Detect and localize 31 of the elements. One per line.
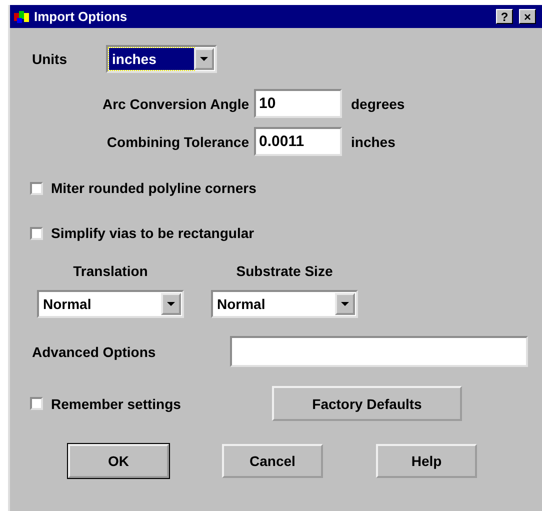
dropdown[interactable]: Normal (211, 290, 358, 318)
dropdown-arrow-icon (341, 302, 349, 306)
help-button[interactable]: ? (496, 9, 513, 24)
checkbox[interactable] (30, 226, 43, 240)
window-title: Import Options (34, 9, 128, 24)
checkbox[interactable] (30, 182, 43, 194)
dropdown-arrow-icon (167, 302, 175, 306)
dropdown[interactable]: inches (106, 45, 217, 73)
dropdown-arrow-icon (200, 57, 208, 61)
dialog-button[interactable]: Help (376, 444, 477, 478)
close-button[interactable]: × (519, 9, 536, 24)
units-label: Units (32, 51, 68, 67)
app-icon (14, 10, 30, 24)
unit-label: inches (351, 134, 396, 150)
dropdown-label: Translation (73, 263, 148, 279)
dropdown[interactable]: Normal (37, 290, 184, 318)
input-field[interactable]: 10 (254, 89, 342, 118)
field-label: Arc Conversion Angle (101, 96, 250, 112)
dialog-button[interactable]: Cancel (222, 444, 323, 478)
checkbox-label: Remember settings (51, 396, 182, 412)
unit-label: degrees (351, 96, 405, 112)
checkbox-label: Simplify vias to be rectangular (51, 225, 254, 241)
input-field[interactable]: 0.0011 (254, 127, 342, 156)
factory-defaults-button[interactable]: Factory Defaults (272, 386, 462, 421)
dropdown-label: Substrate Size (236, 263, 333, 279)
checkbox-label: Miter rounded polyline corners (51, 180, 256, 196)
advanced-options-label: Advanced Options (32, 344, 157, 360)
field-label: Combining Tolerance (106, 134, 250, 150)
dialog-button[interactable]: OK (68, 444, 169, 478)
input-field[interactable] (230, 336, 528, 367)
checkbox[interactable] (30, 397, 43, 410)
